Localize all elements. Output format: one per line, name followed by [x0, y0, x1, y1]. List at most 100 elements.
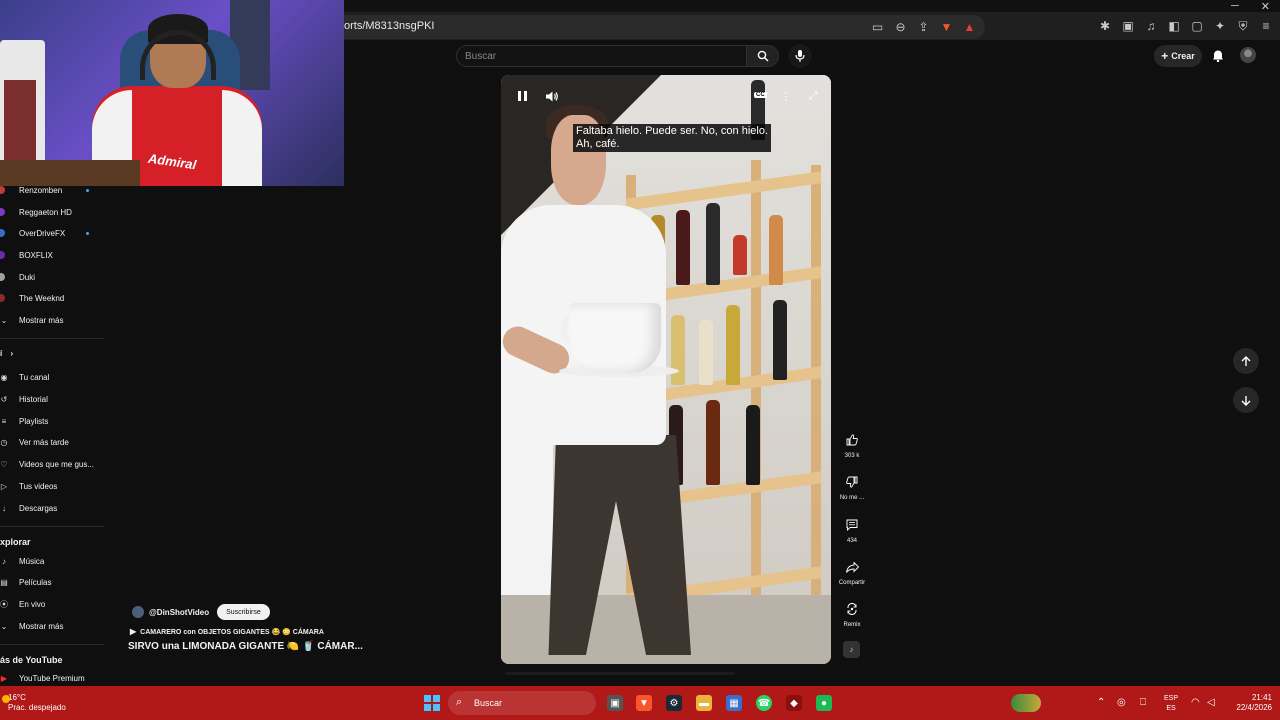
create-button[interactable]: + Crear: [1154, 45, 1202, 67]
fullscreen-icon[interactable]: ⤢: [805, 88, 821, 104]
youtube-premium-icon: ▶: [0, 673, 8, 683]
movies-icon: ▤: [0, 577, 8, 587]
volume-button[interactable]: [544, 88, 560, 104]
sidebar-item-label: Películas: [19, 577, 52, 587]
you-label: í: [0, 349, 3, 358]
audio-icon: ♪: [849, 645, 854, 654]
network-app-icon[interactable]: ◎: [1117, 697, 1126, 708]
search-button[interactable]: [746, 45, 779, 67]
sidebar-subscription-item[interactable]: The Weeknd: [0, 289, 104, 307]
zoom-icon[interactable]: ⊖: [893, 19, 908, 34]
weather-widget[interactable]: 16°C Prac. despejado: [2, 693, 66, 713]
like-button[interactable]: 303 k: [840, 429, 864, 459]
account-avatar[interactable]: [1240, 47, 1256, 63]
brave-shield-icon[interactable]: ▼: [939, 19, 954, 34]
channel-avatar: [0, 294, 5, 302]
sidebar-item-your-videos[interactable]: ▷ Tus videos: [0, 477, 104, 495]
sidebar-subscription-item[interactable]: Reggaeton HD: [0, 203, 104, 221]
dislike-button[interactable]: No me ...: [840, 471, 864, 501]
sidebar-item-label: En vivo: [19, 599, 46, 609]
voice-search-button[interactable]: [788, 44, 812, 68]
previous-short-button[interactable]: [1233, 348, 1259, 374]
search-input[interactable]: Buscar: [456, 45, 746, 67]
sidebar-show-more-explore[interactable]: ⌄ Mostrar más: [0, 617, 104, 635]
cast-icon[interactable]: ▭: [870, 19, 885, 34]
subscribe-button[interactable]: Suscribirse: [217, 604, 270, 620]
pause-button[interactable]: [514, 88, 530, 104]
sidebar-item-liked-videos[interactable]: ♡ Videos que me gus...: [0, 455, 104, 473]
sound-thumbnail[interactable]: ♪: [843, 641, 860, 658]
remix-button[interactable]: Remix: [840, 598, 864, 628]
windows-start-icon[interactable]: [424, 695, 440, 711]
short-title[interactable]: SIRVO una LIMONADA GIGANTE 🍋 🥤 CÁMAR...: [128, 641, 363, 652]
webcam-overlay: Admiral: [0, 0, 344, 186]
sidebar-show-more-subs[interactable]: ⌄ Mostrar más: [0, 311, 104, 329]
sidebar-toggle-icon[interactable]: ◧: [1166, 18, 1182, 34]
sidebar-subscription-item[interactable]: BOXFLIX: [0, 246, 104, 264]
whatsapp-icon[interactable]: ☎: [756, 695, 772, 711]
scroll-indicator: [505, 672, 735, 675]
sidebar-item-playlists[interactable]: ≡ Playlists: [0, 412, 104, 430]
more-options-icon[interactable]: ⋮: [778, 88, 794, 104]
sun-icon: [2, 695, 10, 703]
microsoft-store-icon[interactable]: ▦: [726, 695, 742, 711]
chevron-up-icon[interactable]: ⌃: [1097, 697, 1105, 708]
file-explorer-icon[interactable]: ▬: [696, 695, 712, 711]
video-subtitle: Faltaba hielo. Puede ser. No, con hielo.…: [573, 124, 772, 152]
tab-icon[interactable]: ▣: [1120, 18, 1136, 34]
sidebar-item-live[interactable]: ⦿ En vivo: [0, 595, 104, 613]
lang-top: ESP: [1164, 695, 1179, 702]
shorts-video-player[interactable]: CC ⋮ ⤢ Faltaba hielo. Puede ser. No, con…: [501, 75, 831, 664]
channel-avatar[interactable]: [132, 606, 144, 618]
sidebar-item-movies[interactable]: ▤ Películas: [0, 573, 104, 591]
remix-label: Remix: [843, 622, 861, 628]
close-window-icon[interactable]: ✕: [1261, 0, 1270, 13]
system-clock[interactable]: 21:41 22/4/2026: [1226, 693, 1272, 713]
history-icon: ↺: [0, 394, 8, 404]
share-page-icon[interactable]: ⇪: [916, 19, 931, 34]
sidebar-item-music[interactable]: ♪ Música: [0, 552, 104, 570]
screen: ─ ✕ orts/M8313nsgPKI ▭ ⊖ ⇪ ▼ ▲ ✱ ▣ ♫ ◧ ▢…: [0, 0, 1280, 720]
app-icon[interactable]: ◆: [786, 695, 802, 711]
screenshot-icon[interactable]: ▢: [1189, 18, 1205, 34]
your-videos-icon: ▷: [0, 481, 8, 491]
comments-button[interactable]: 434: [840, 514, 864, 544]
leo-ai-icon[interactable]: ✦: [1212, 18, 1228, 34]
brave-browser-icon[interactable]: ▼: [636, 695, 652, 711]
task-view-icon[interactable]: ▣: [607, 695, 623, 711]
sidebar-item-youtube-premium[interactable]: ▶ YouTube Premium: [0, 669, 104, 687]
speaker-icon[interactable]: ◁: [1207, 697, 1215, 708]
sidebar-item-label: Mostrar más: [19, 621, 64, 631]
microphone-icon[interactable]: ⎕: [1140, 697, 1146, 708]
notifications-button[interactable]: [1210, 47, 1226, 63]
playlist-link[interactable]: ▶ CAMARERO con OBJETOS GIGANTES 😂 😳 CÁMA…: [130, 627, 324, 636]
minimize-icon[interactable]: ─: [1231, 0, 1239, 13]
taskbar-search[interactable]: ⌕ Buscar: [448, 691, 1041, 715]
menu-icon[interactable]: ≡: [1258, 18, 1274, 34]
share-button[interactable]: Compartir: [839, 556, 865, 586]
steam-icon[interactable]: ⚙: [666, 695, 682, 711]
sidebar-item-history[interactable]: ↺ Historial: [0, 390, 104, 408]
wifi-icon[interactable]: ◠: [1191, 697, 1200, 708]
captions-icon[interactable]: CC: [754, 92, 767, 98]
arrow-down-icon: [1241, 395, 1251, 406]
address-bar[interactable]: orts/M8313nsgPKI ▭ ⊖ ⇪ ▼ ▲: [330, 15, 985, 39]
channel-name[interactable]: @DinShotVideo: [149, 608, 209, 617]
extensions-icon[interactable]: ✱: [1097, 18, 1113, 34]
sidebar-item-your-channel[interactable]: ◉ Tu canal: [0, 368, 104, 386]
media-icon[interactable]: ♫: [1143, 18, 1159, 34]
obs-icon[interactable]: ●: [816, 695, 832, 711]
language-indicator[interactable]: ESP ES: [1164, 694, 1178, 714]
sidebar-subscription-item[interactable]: OverDriveFX: [0, 224, 104, 242]
subscription-label: BOXFLIX: [19, 250, 53, 260]
like-count: 303 k: [844, 453, 860, 459]
sidebar-you-header[interactable]: í ›: [0, 349, 13, 358]
sidebar-item-watch-later[interactable]: ◷ Ver más tarde: [0, 433, 104, 451]
sidebar-item-downloads[interactable]: ↓ Descargas: [0, 499, 104, 517]
vpn-icon[interactable]: ⛨: [1235, 18, 1251, 34]
temperature: 16°C: [8, 693, 26, 702]
brave-rewards-icon[interactable]: ▲: [962, 19, 977, 34]
chevron-down-icon: ⌄: [0, 621, 8, 631]
sidebar-subscription-item[interactable]: Duki: [0, 268, 104, 286]
next-short-button[interactable]: [1233, 387, 1259, 413]
